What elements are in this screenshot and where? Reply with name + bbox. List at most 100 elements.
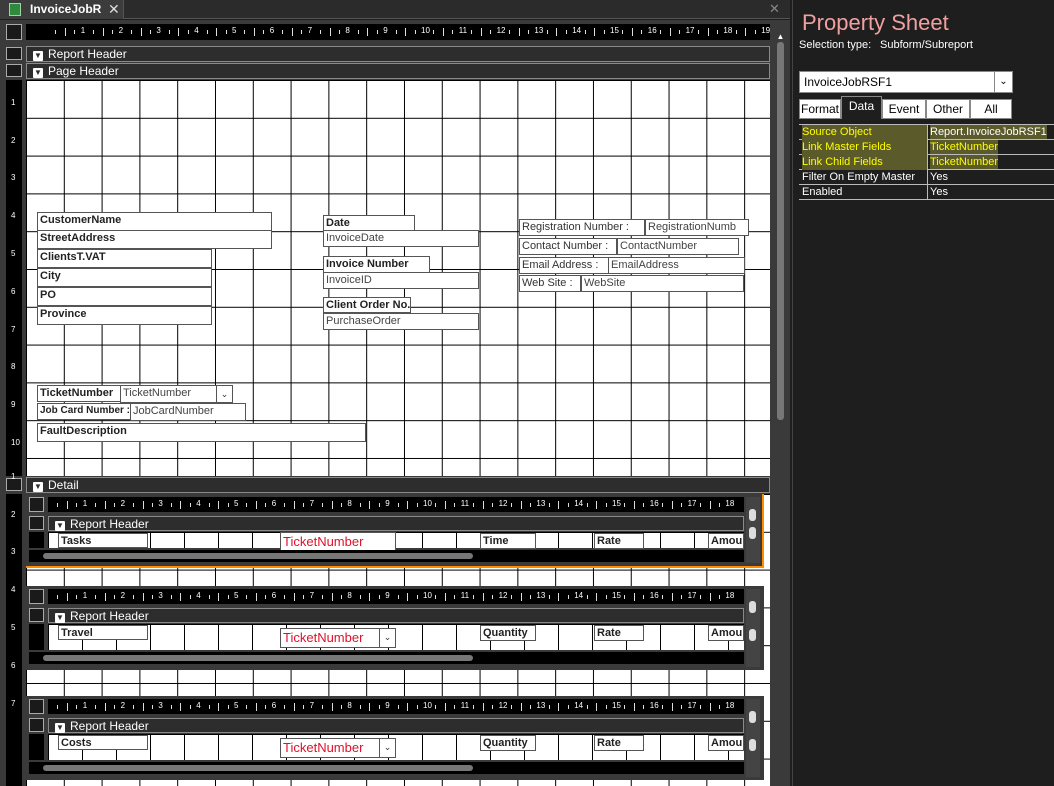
subreport-first-label[interactable]: Tasks xyxy=(58,533,148,548)
subreport-horizontal-scrollbar[interactable] xyxy=(29,652,744,664)
section-selector[interactable] xyxy=(29,516,44,530)
scrollbar-thumb[interactable] xyxy=(749,629,756,641)
section-selector[interactable] xyxy=(6,47,22,60)
scroll-up-icon[interactable]: ▲ xyxy=(775,32,786,42)
subreport-rate-label[interactable]: Rate xyxy=(594,735,644,751)
subreport-control[interactable]: 1 2 3 4 5 6 7 8 9 10 11 12 13 14 15 16 17 18 ▼ Report Head… xyxy=(26,494,764,568)
scrollbar-thumb[interactable] xyxy=(43,655,473,661)
subreport-first-label[interactable]: Travel xyxy=(58,625,148,640)
close-window-icon[interactable]: ✕ xyxy=(769,1,780,17)
property-value[interactable]: TicketNumber xyxy=(930,155,999,169)
invoice-id-field[interactable]: InvoiceID xyxy=(323,272,479,289)
province-field[interactable]: Province xyxy=(37,306,212,325)
subreport-rate-label[interactable]: Rate xyxy=(594,625,644,641)
subreport-horizontal-scrollbar[interactable] xyxy=(29,762,744,774)
scrollbar-thumb[interactable] xyxy=(749,711,756,723)
ticket-number-combo[interactable]: TicketNumber ⌄ xyxy=(120,385,233,403)
tab-event[interactable]: Event xyxy=(882,99,926,119)
subreport-control[interactable]: 1 2 3 4 5 6 7 8 9 10 11 12 13 14 15 16 17 18 ▼ Report Head… xyxy=(26,586,764,670)
property-row-link-child[interactable]: Link Child Fields TicketNumber xyxy=(799,155,1054,170)
scrollbar-thumb[interactable] xyxy=(43,765,473,771)
subreport-selector[interactable] xyxy=(29,497,44,512)
subreport-ticket-combo[interactable]: TicketNumber ⌄ xyxy=(280,628,396,648)
page-header-band[interactable]: ▼ Page Header xyxy=(26,63,770,79)
tab-all[interactable]: All xyxy=(970,99,1012,119)
object-selector-dropdown[interactable]: InvoiceJobRSF1 ⌄ xyxy=(799,71,1013,93)
property-value[interactable]: TicketNumber xyxy=(930,140,999,154)
property-value[interactable]: Yes xyxy=(930,170,948,184)
subreport-ticket-combo[interactable]: TicketNumber xyxy=(280,532,396,552)
subreport-horizontal-scrollbar[interactable] xyxy=(29,550,744,562)
document-tab[interactable]: InvoiceJobR ✕ xyxy=(0,0,124,19)
clients-vat-field[interactable]: ClientsT.VAT xyxy=(37,249,212,268)
chevron-down-icon[interactable]: ⌄ xyxy=(216,386,232,402)
subreport-amount-label[interactable]: Amou xyxy=(708,625,744,641)
subreport-header-band[interactable]: ▼ Report Header xyxy=(48,608,744,623)
website-label[interactable]: Web Site : xyxy=(519,275,581,292)
report-selector[interactable] xyxy=(6,24,22,40)
scrollbar-thumb[interactable] xyxy=(749,601,756,613)
close-tab-icon[interactable]: ✕ xyxy=(108,0,120,19)
email-label[interactable]: Email Address : xyxy=(519,257,609,274)
scrollbar-thumb[interactable] xyxy=(749,509,756,521)
registration-label[interactable]: Registration Number : xyxy=(519,219,645,236)
subreport-vertical-scrollbar[interactable] xyxy=(746,589,760,667)
client-order-label[interactable]: Client Order No. xyxy=(323,297,411,313)
property-row-enabled[interactable]: Enabled Yes xyxy=(799,185,1054,200)
date-label[interactable]: Date xyxy=(323,215,415,231)
chevron-down-icon[interactable]: ⌄ xyxy=(994,72,1012,92)
subreport-header-band[interactable]: ▼ Report Header xyxy=(48,516,744,531)
subreport-header-section[interactable]: Travel TicketNumber ⌄ Quantity Rate Amou xyxy=(48,624,744,650)
section-selector[interactable] xyxy=(29,608,44,622)
tab-other[interactable]: Other xyxy=(926,99,970,119)
subreport-selector[interactable] xyxy=(29,589,44,604)
po-field[interactable]: PO xyxy=(37,287,212,306)
subreport-col3-label[interactable]: Quantity xyxy=(480,735,536,751)
section-selector[interactable] xyxy=(29,718,44,732)
subreport-vertical-scrollbar[interactable] xyxy=(746,497,760,563)
subreport-selector[interactable] xyxy=(29,699,44,714)
property-value[interactable]: Report.InvoiceJobRSF1 xyxy=(930,125,1047,139)
invoice-number-label[interactable]: Invoice Number xyxy=(323,256,430,273)
report-header-band[interactable]: ▼ Report Header xyxy=(26,46,770,62)
detail-band[interactable]: ▼ Detail xyxy=(26,477,770,493)
subreport-control[interactable]: 1 2 3 4 5 6 7 8 9 10 11 12 13 14 15 16 17 18 ▼ Report Head… xyxy=(26,696,764,780)
subreport-amount-label[interactable]: Amou xyxy=(708,735,744,751)
property-row-source-object[interactable]: Source Object Report.InvoiceJobRSF1 xyxy=(799,125,1054,140)
email-address-field[interactable]: EmailAddress xyxy=(608,257,745,274)
subreport-header-band[interactable]: ▼ Report Header xyxy=(48,718,744,733)
subreport-ticket-combo[interactable]: TicketNumber ⌄ xyxy=(280,738,396,758)
invoice-date-field[interactable]: InvoiceDate xyxy=(323,230,479,247)
fault-description-field[interactable]: FaultDescription xyxy=(37,423,366,442)
website-field[interactable]: WebSite xyxy=(581,275,744,292)
chevron-down-icon[interactable]: ⌄ xyxy=(379,739,395,757)
job-card-number-field[interactable]: JobCardNumber xyxy=(130,403,246,421)
chevron-down-icon[interactable]: ⌄ xyxy=(379,629,395,647)
vertical-scrollbar[interactable]: ▲ xyxy=(775,32,786,786)
subreport-first-label[interactable]: Costs xyxy=(58,735,148,750)
subreport-col3-label[interactable]: Quantity xyxy=(480,625,536,641)
scrollbar-thumb[interactable] xyxy=(749,527,756,539)
subreport-header-section[interactable]: Tasks TicketNumber Time Rate Amou xyxy=(48,532,744,552)
subreport-header-section[interactable]: Costs TicketNumber ⌄ Quantity Rate Amou xyxy=(48,734,744,760)
tab-data[interactable]: Data xyxy=(841,96,882,119)
subreport-vertical-scrollbar[interactable] xyxy=(746,699,760,777)
tab-format[interactable]: Format xyxy=(799,99,841,119)
scrollbar-thumb[interactable] xyxy=(749,739,756,751)
subreport-col3-label[interactable]: Time xyxy=(480,533,536,549)
street-address-field[interactable]: StreetAddress xyxy=(37,230,272,249)
scrollbar-thumb[interactable] xyxy=(777,42,784,420)
purchase-order-field[interactable]: PurchaseOrder xyxy=(323,313,479,330)
ticket-number-label[interactable]: TicketNumber xyxy=(37,385,121,402)
contact-label[interactable]: Contact Number : xyxy=(519,238,617,255)
property-row-link-master[interactable]: Link Master Fields TicketNumber xyxy=(799,140,1054,155)
property-row-filter-empty[interactable]: Filter On Empty Master Yes xyxy=(799,170,1054,185)
city-field[interactable]: City xyxy=(37,268,212,287)
customer-name-field[interactable]: CustomerName xyxy=(37,212,272,231)
job-card-label[interactable]: Job Card Number : xyxy=(37,403,131,420)
section-selector[interactable] xyxy=(6,64,22,77)
registration-number-field[interactable]: RegistrationNumb xyxy=(645,219,749,236)
page-header-section[interactable]: CustomerName StreetAddress ClientsT.VAT … xyxy=(26,80,770,476)
property-value[interactable]: Yes xyxy=(930,185,948,199)
scrollbar-thumb[interactable] xyxy=(43,553,473,559)
